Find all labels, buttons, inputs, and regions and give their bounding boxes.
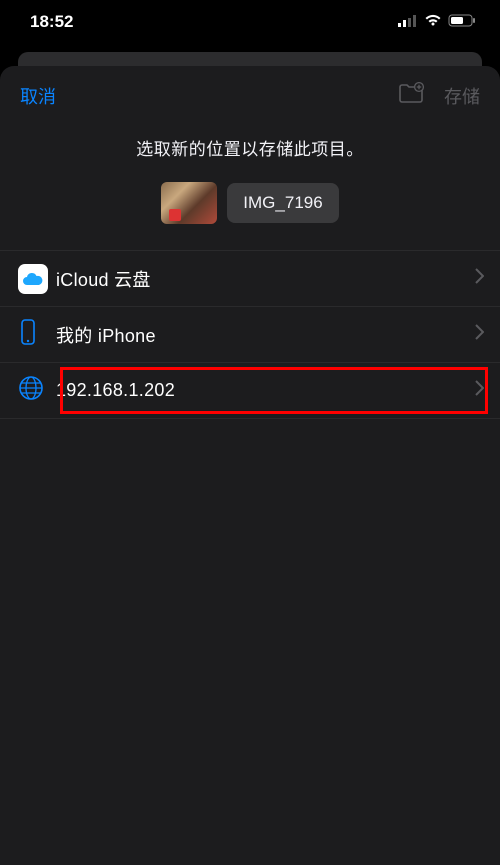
location-row-server[interactable]: 192.168.1.202 <box>0 363 500 419</box>
location-label: 我的 iPhone <box>56 322 475 348</box>
location-row-iphone[interactable]: 我的 iPhone <box>0 307 500 363</box>
header-right: 存储 <box>398 82 480 109</box>
file-name-pill[interactable]: IMG_7196 <box>227 183 338 223</box>
location-label: iCloud 云盘 <box>56 266 475 292</box>
status-time: 18:52 <box>30 12 73 32</box>
iphone-icon <box>18 318 38 351</box>
new-folder-icon[interactable] <box>398 82 424 109</box>
chevron-right-icon <box>475 268 484 289</box>
location-label: 192.168.1.202 <box>56 380 475 401</box>
cancel-button[interactable]: 取消 <box>20 83 56 109</box>
status-right <box>398 12 476 32</box>
background-sheet-peek <box>18 52 482 66</box>
battery-icon <box>448 12 476 32</box>
location-row-icloud[interactable]: iCloud 云盘 <box>0 251 500 307</box>
wifi-icon <box>424 12 442 32</box>
sheet-header: 取消 存储 <box>0 66 500 121</box>
chevron-right-icon <box>475 324 484 345</box>
location-list: iCloud 云盘 我的 iPhone 192.168.1.202 <box>0 250 500 419</box>
chevron-right-icon <box>475 380 484 401</box>
file-thumbnail <box>161 182 217 224</box>
save-sheet: 取消 存储 选取新的位置以存储此项目。 IMG_7196 iCloud 云盘 <box>0 66 500 865</box>
save-button[interactable]: 存储 <box>444 83 480 109</box>
globe-icon <box>18 375 44 406</box>
icloud-icon <box>18 264 48 294</box>
file-preview: IMG_7196 <box>0 182 500 250</box>
signal-icon <box>398 12 418 32</box>
status-bar: 18:52 <box>0 0 500 44</box>
instruction-text: 选取新的位置以存储此项目。 <box>0 121 500 182</box>
